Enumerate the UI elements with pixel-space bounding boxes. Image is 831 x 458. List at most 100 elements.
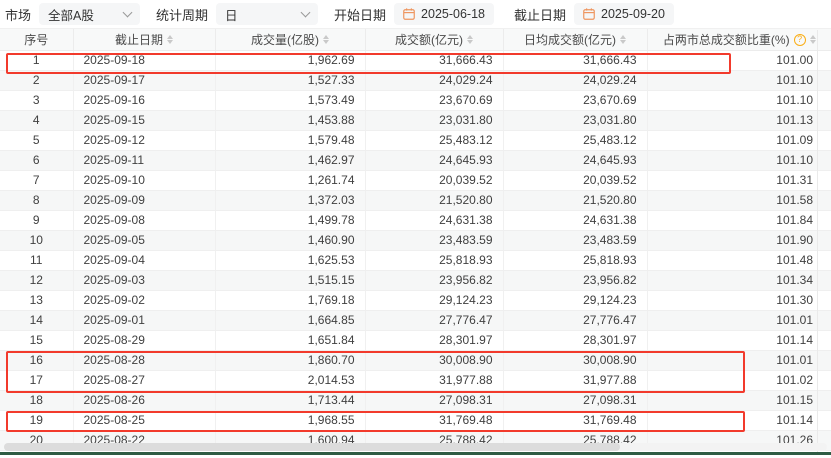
- column-header-label: 占两市总成交额比重(%): [663, 31, 790, 48]
- column-header-2[interactable]: 成交量(亿股): [215, 29, 365, 51]
- start-date-picker[interactable]: 2025-06-18: [394, 3, 494, 25]
- cell-turnover: 24,029.24: [365, 71, 503, 91]
- cell-daily-avg-turnover: 27,776.47: [503, 311, 647, 331]
- calendar-icon: [403, 8, 415, 20]
- column-header-1[interactable]: 截止日期: [73, 29, 215, 51]
- cell-end-date: 2025-08-25: [73, 411, 215, 431]
- cell-daily-avg-turnover: 31,769.48: [503, 411, 647, 431]
- cell-end-date: 2025-09-03: [73, 271, 215, 291]
- fixed-column-divider: [817, 30, 818, 452]
- cell-volume: 1,499.78: [215, 211, 365, 231]
- market-label: 市场: [5, 5, 31, 24]
- cell-end-date: 2025-09-17: [73, 71, 215, 91]
- cell-end-date: 2025-09-18: [73, 51, 215, 71]
- cell-index: 15: [0, 331, 73, 351]
- cell-index: 4: [0, 111, 73, 131]
- help-icon[interactable]: ?: [794, 34, 806, 46]
- sort-caret-icon: [323, 35, 329, 44]
- cell-volume: 1,664.85: [215, 311, 365, 331]
- cell-turnover: 24,631.38: [365, 211, 503, 231]
- table-row: 132025-09-021,769.1829,124.2329,124.2310…: [0, 291, 831, 311]
- cell-index: 10: [0, 231, 73, 251]
- column-header-label: 日均成交额(亿元): [524, 31, 616, 48]
- cell-index: 18: [0, 391, 73, 411]
- cell-pct-of-total: 101.48: [647, 251, 831, 271]
- cell-volume: 1,625.53: [215, 251, 365, 271]
- start-date-label: 开始日期: [334, 5, 386, 24]
- cell-turnover: 30,008.90: [365, 351, 503, 371]
- chevron-down-icon: [301, 8, 311, 18]
- cell-turnover: 25,483.12: [365, 131, 503, 151]
- cell-end-date: 2025-08-28: [73, 351, 215, 371]
- table-row: 52025-09-121,579.4825,483.1225,483.12101…: [0, 131, 831, 151]
- cell-pct-of-total: 101.10: [647, 71, 831, 91]
- table-row: 142025-09-011,664.8527,776.4727,776.4710…: [0, 311, 831, 331]
- cell-turnover: 27,776.47: [365, 311, 503, 331]
- cell-daily-avg-turnover: 23,670.69: [503, 91, 647, 111]
- cell-index: 1: [0, 51, 73, 71]
- column-header-4[interactable]: 日均成交额(亿元): [503, 29, 647, 51]
- table-row: 82025-09-091,372.0321,520.8021,520.80101…: [0, 191, 831, 211]
- table-row: 112025-09-041,625.5325,818.9325,818.9310…: [0, 251, 831, 271]
- cell-pct-of-total: 101.15: [647, 391, 831, 411]
- cell-end-date: 2025-09-04: [73, 251, 215, 271]
- sort-caret-icon: [620, 35, 626, 44]
- sort-caret-icon: [167, 35, 173, 44]
- cell-index: 9: [0, 211, 73, 231]
- cell-turnover: 21,520.80: [365, 191, 503, 211]
- cell-pct-of-total: 101.58: [647, 191, 831, 211]
- table-row: 162025-08-281,860.7030,008.9030,008.9010…: [0, 351, 831, 371]
- market-select[interactable]: 全部A股: [39, 3, 140, 25]
- chevron-down-icon: [123, 8, 133, 18]
- end-date-picker[interactable]: 2025-09-20: [574, 3, 674, 25]
- cell-volume: 1,860.70: [215, 351, 365, 371]
- start-date-value: 2025-06-18: [421, 7, 485, 21]
- cell-end-date: 2025-09-15: [73, 111, 215, 131]
- filter-toolbar: 市场 全部A股 统计周期 日 开始日期 2025-06-18 截止日期 2025…: [0, 0, 831, 29]
- cell-index: 3: [0, 91, 73, 111]
- table-row: 72025-09-101,261.7420,039.5220,039.52101…: [0, 171, 831, 191]
- cell-turnover: 24,645.93: [365, 151, 503, 171]
- cell-pct-of-total: 101.10: [647, 91, 831, 111]
- cell-index: 14: [0, 311, 73, 331]
- cell-pct-of-total: 101.84: [647, 211, 831, 231]
- cell-end-date: 2025-09-11: [73, 151, 215, 171]
- cell-end-date: 2025-08-26: [73, 391, 215, 411]
- period-select[interactable]: 日: [216, 3, 318, 25]
- cell-turnover: 27,098.31: [365, 391, 503, 411]
- cell-volume: 2,014.53: [215, 371, 365, 391]
- cell-turnover: 29,124.23: [365, 291, 503, 311]
- cell-volume: 1,573.49: [215, 91, 365, 111]
- cell-pct-of-total: 101.30: [647, 291, 831, 311]
- cell-pct-of-total: 101.00: [647, 51, 831, 71]
- cell-end-date: 2025-09-16: [73, 91, 215, 111]
- cell-pct-of-total: 101.34: [647, 271, 831, 291]
- cell-volume: 1,462.97: [215, 151, 365, 171]
- cell-turnover: 23,956.82: [365, 271, 503, 291]
- cell-daily-avg-turnover: 25,818.93: [503, 251, 647, 271]
- table-row: 152025-08-291,651.8428,301.9728,301.9710…: [0, 331, 831, 351]
- table-header: 序号截止日期成交量(亿股) 成交额(亿元) 日均成交额(亿元) 占两市总成交额比重(%…: [0, 29, 831, 51]
- column-header-3[interactable]: 成交额(亿元): [365, 29, 503, 51]
- cell-volume: 1,515.15: [215, 271, 365, 291]
- column-header-0: 序号: [0, 29, 73, 51]
- cell-pct-of-total: 101.14: [647, 331, 831, 351]
- cell-volume: 1,579.48: [215, 131, 365, 151]
- cell-daily-avg-turnover: 23,483.59: [503, 231, 647, 251]
- table-row: 172025-08-272,014.5331,977.8831,977.8810…: [0, 371, 831, 391]
- cell-turnover: 23,031.80: [365, 111, 503, 131]
- cell-volume: 1,962.69: [215, 51, 365, 71]
- calendar-icon: [583, 8, 595, 20]
- cell-end-date: 2025-09-01: [73, 311, 215, 331]
- cell-end-date: 2025-09-10: [73, 171, 215, 191]
- column-header-label: 成交额(亿元): [395, 31, 463, 48]
- cell-index: 7: [0, 171, 73, 191]
- cell-daily-avg-turnover: 24,631.38: [503, 211, 647, 231]
- cell-end-date: 2025-09-12: [73, 131, 215, 151]
- cell-pct-of-total: 101.14: [647, 411, 831, 431]
- cell-pct-of-total: 101.31: [647, 171, 831, 191]
- horizontal-scrollbar-thumb[interactable]: [4, 443, 620, 451]
- table-row: 32025-09-161,573.4923,670.6923,670.69101…: [0, 91, 831, 111]
- cell-index: 6: [0, 151, 73, 171]
- column-header-5[interactable]: 占两市总成交额比重(%)?: [647, 29, 831, 51]
